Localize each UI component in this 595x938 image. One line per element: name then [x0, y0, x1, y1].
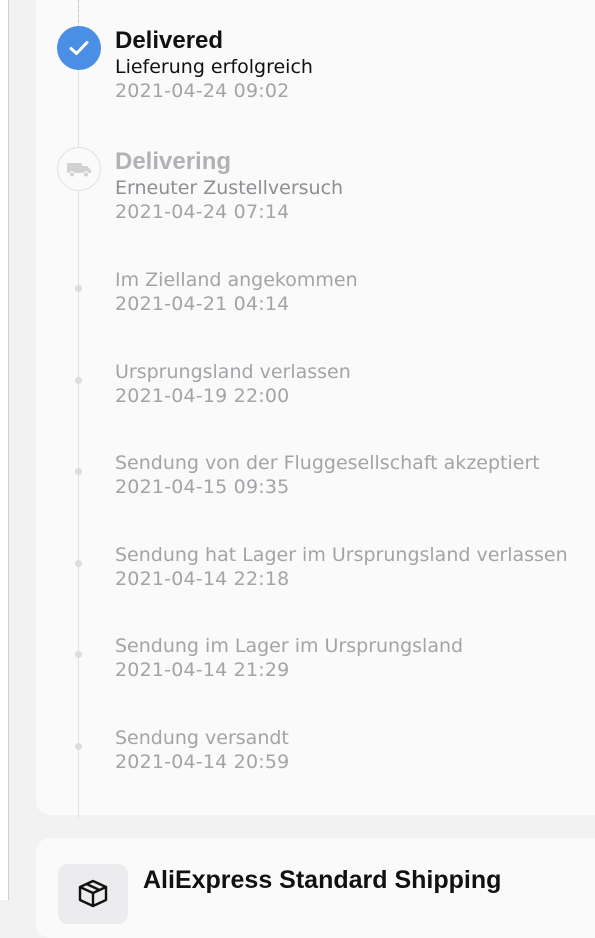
event-delivering: Delivering Erneuter Zustellversuch 2021-…: [115, 148, 343, 224]
event-item: Sendung von der Fluggesellschaft akzepti…: [115, 451, 540, 499]
event-time: 2021-04-24 07:14: [115, 201, 290, 223]
event-item: Im Zielland angekommen 2021-04-21 04:14: [115, 268, 358, 316]
event-delivered: Delivered Lieferung erfolgreich 2021-04-…: [115, 27, 313, 103]
delivering-status-node: [57, 147, 101, 191]
event-time: 2021-04-14 20:59: [115, 751, 290, 773]
event-description: Im Zielland angekommen: [115, 269, 358, 291]
timeline-dot: [75, 743, 82, 750]
event-time: 2021-04-14 22:18: [115, 568, 290, 590]
timeline-dot: [75, 377, 82, 384]
timeline-dot: [75, 285, 82, 292]
event-description: Sendung im Lager im Ursprungsland: [115, 635, 464, 657]
event-item: Ursprungsland verlassen 2021-04-19 22:00: [115, 360, 351, 408]
timeline-line: [78, 0, 79, 818]
package-icon: [77, 878, 109, 908]
event-item: Sendung versandt 2021-04-14 20:59: [115, 726, 289, 774]
shipping-icon-box: [58, 864, 128, 924]
event-description: Sendung von der Fluggesellschaft akzepti…: [115, 452, 540, 474]
timeline-line-dashed: [78, 0, 80, 22]
event-description: Sendung versandt: [115, 727, 289, 749]
event-status: Delivering: [115, 148, 232, 175]
event-time: 2021-04-19 22:00: [115, 385, 290, 407]
event-time: 2021-04-14 21:29: [115, 659, 290, 681]
event-time: 2021-04-15 09:35: [115, 476, 290, 498]
event-description: Sendung hat Lager im Ursprungsland verla…: [115, 544, 568, 566]
left-window-edge: [0, 0, 9, 900]
event-description: Lieferung erfolgreich: [115, 56, 313, 78]
event-item: Sendung im Lager im Ursprungsland 2021-0…: [115, 634, 463, 682]
truck-icon: [66, 160, 92, 178]
event-description: Erneuter Zustellversuch: [115, 177, 344, 199]
event-time: 2021-04-21 04:14: [115, 293, 290, 315]
event-status: Delivered: [115, 27, 224, 54]
shipping-method-name: AliExpress Standard Shipping: [143, 866, 502, 894]
event-item: Sendung hat Lager im Ursprungsland verla…: [115, 543, 568, 591]
timeline-dot: [75, 651, 82, 658]
event-description: Ursprungsland verlassen: [115, 361, 351, 383]
checkmark-icon: [69, 40, 89, 56]
timeline-dot: [75, 468, 82, 475]
event-time: 2021-04-24 09:02: [115, 80, 290, 102]
timeline-dot: [75, 560, 82, 567]
delivered-status-node: [57, 26, 101, 70]
